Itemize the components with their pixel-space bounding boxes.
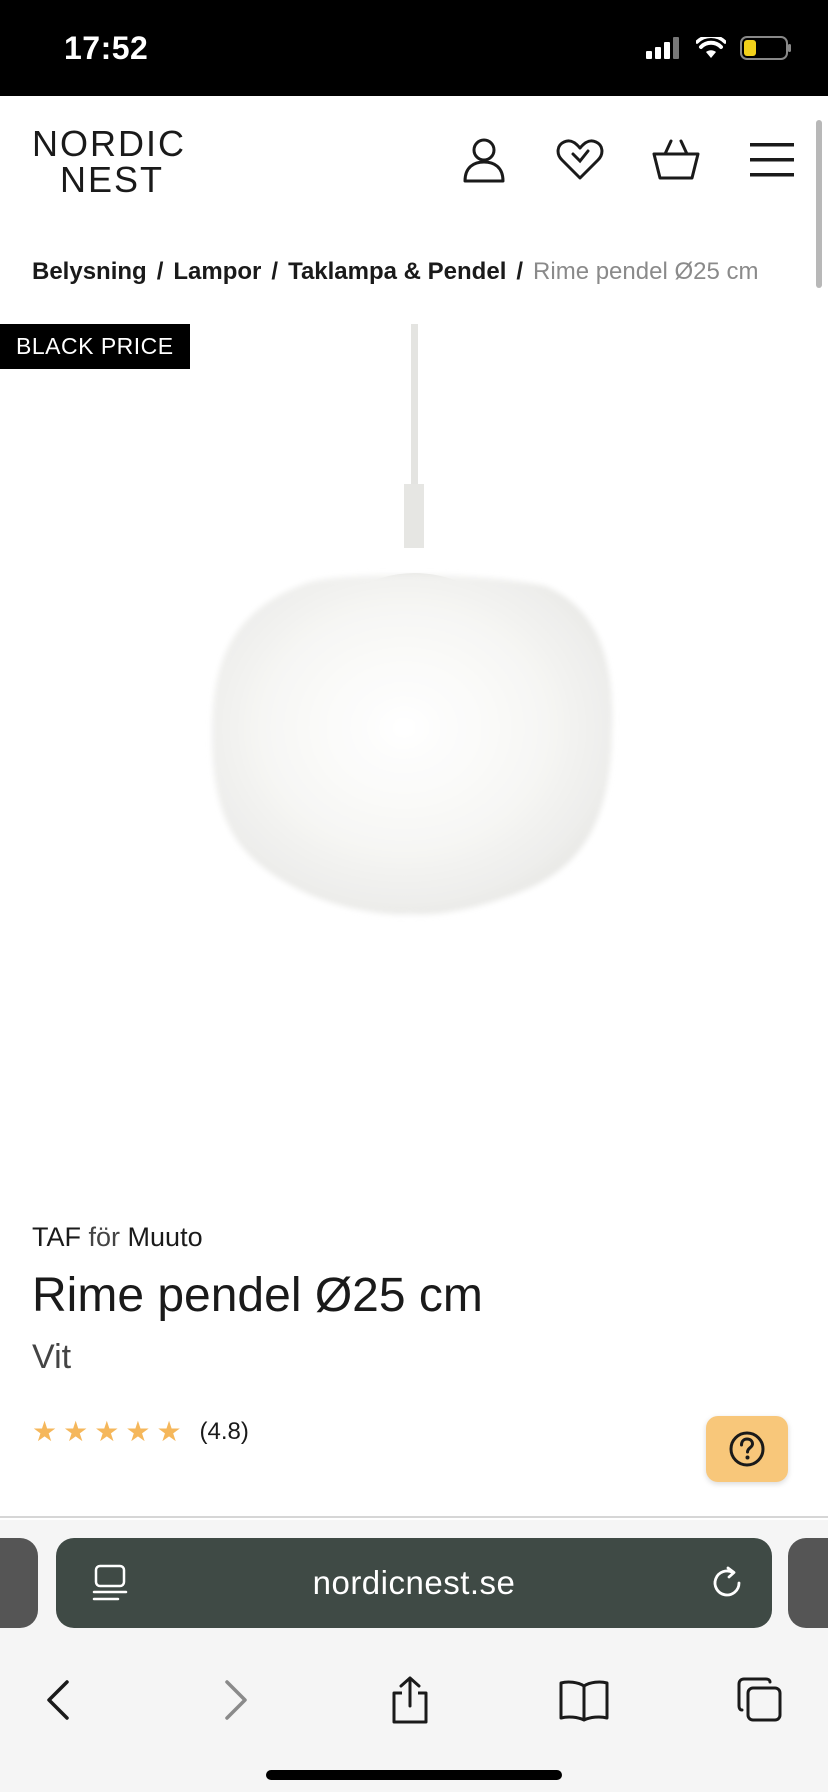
brand-connector: för <box>88 1222 121 1252</box>
breadcrumb-separator: / <box>156 258 164 285</box>
url-text[interactable]: nordicnest.se <box>56 1564 772 1602</box>
menu-button[interactable] <box>744 132 800 188</box>
heart-icon <box>556 139 604 180</box>
designer-name[interactable]: TAF <box>32 1222 81 1252</box>
black-price-badge: BLACK PRICE <box>0 324 190 369</box>
logo-line-1: NORDIC <box>32 123 186 164</box>
share-icon <box>392 1676 428 1724</box>
share-button[interactable] <box>380 1670 440 1730</box>
tabs-button[interactable] <box>730 1670 790 1730</box>
status-bar: 17:52 <box>0 0 828 96</box>
logo-line-2: NEST <box>60 159 165 200</box>
bookmarks-button[interactable] <box>554 1670 614 1730</box>
rating-value: (4.8) <box>199 1418 249 1445</box>
forward-button[interactable] <box>206 1670 266 1730</box>
user-icon <box>463 138 505 183</box>
status-time: 17:52 <box>64 30 149 66</box>
star-icon: ★ <box>63 1416 89 1447</box>
star-icon: ★ <box>125 1416 151 1447</box>
breadcrumb: Belysning / Lampor / Taklampa & Pendel /… <box>32 258 758 286</box>
address-bar[interactable]: nordicnest.se <box>56 1538 772 1628</box>
question-icon <box>729 1431 765 1467</box>
battery-icon <box>740 36 791 60</box>
browser-chrome: nordicnest.se <box>0 1520 828 1792</box>
breadcrumb-separator: / <box>516 258 524 285</box>
brand-name[interactable]: Muuto <box>128 1222 203 1252</box>
help-button[interactable] <box>706 1416 788 1482</box>
page-scrollbar[interactable] <box>816 120 822 288</box>
wifi-icon <box>696 37 726 58</box>
star-icon: ★ <box>94 1416 120 1447</box>
breadcrumb-taklampa-pendel[interactable]: Taklampa & Pendel <box>288 258 506 286</box>
breadcrumb-current: Rime pendel Ø25 cm <box>533 258 759 285</box>
nordic-nest-logo[interactable]: NORDIC NEST <box>32 126 192 198</box>
product-rating[interactable]: ★ ★ ★ ★ ★ (4.8) <box>32 1418 249 1446</box>
content-divider <box>0 1516 828 1518</box>
forward-icon <box>225 1680 247 1720</box>
product-title: Rime pendel Ø25 cm <box>32 1269 483 1322</box>
breadcrumb-lampor[interactable]: Lampor <box>173 258 261 286</box>
wishlist-button[interactable] <box>552 132 608 188</box>
browser-toolbar <box>0 1670 828 1730</box>
star-icon: ★ <box>156 1416 182 1447</box>
star-icon: ★ <box>32 1416 58 1447</box>
basket-icon <box>652 139 700 180</box>
breadcrumb-belysning[interactable]: Belysning <box>32 258 147 286</box>
next-tab-peek[interactable] <box>788 1538 828 1628</box>
back-icon <box>47 1680 69 1720</box>
pendant-lamp-image <box>212 324 613 915</box>
tabs-icon <box>737 1677 782 1722</box>
bookmarks-icon <box>559 1680 609 1722</box>
menu-icon <box>750 143 794 177</box>
back-button[interactable] <box>28 1670 88 1730</box>
reload-icon[interactable] <box>708 1564 746 1602</box>
previous-tab-peek[interactable] <box>0 1538 38 1628</box>
basket-button[interactable] <box>648 132 704 188</box>
breadcrumb-separator: / <box>271 258 279 285</box>
home-indicator[interactable] <box>266 1770 562 1780</box>
product-image[interactable]: BLACK PRICE <box>0 324 828 1164</box>
account-button[interactable] <box>456 132 512 188</box>
status-icons <box>646 36 792 60</box>
brand-line: TAF för Muuto <box>32 1222 203 1253</box>
site-header: NORDIC NEST <box>0 96 828 226</box>
signal-icon <box>646 37 679 59</box>
product-variant: Vit <box>32 1338 72 1376</box>
